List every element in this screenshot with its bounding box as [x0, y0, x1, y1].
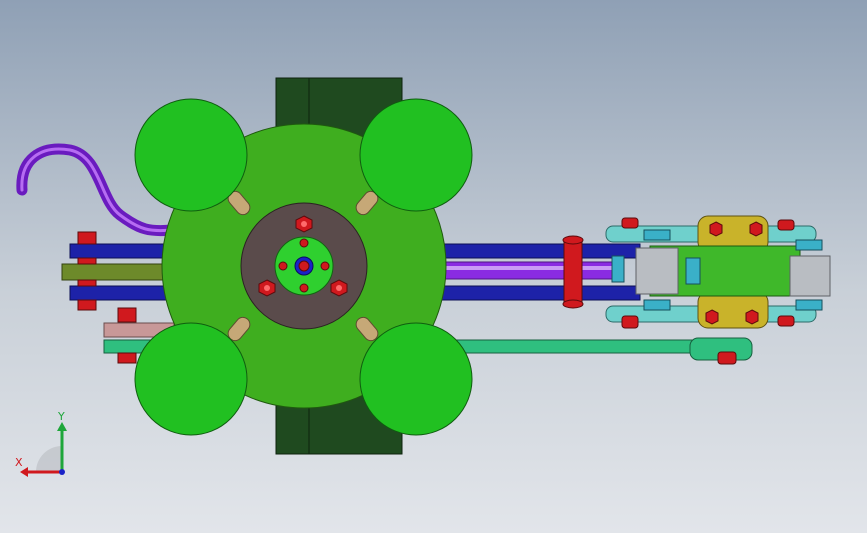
wheel-bottom-right [359, 322, 473, 436]
y-axis-arrow-icon [57, 422, 67, 431]
z-axis-dot [59, 469, 65, 475]
mid-clamp [562, 235, 584, 309]
wheel-top-right [359, 98, 473, 212]
piston-rod-highlight [430, 266, 620, 270]
piston-rod [429, 261, 621, 280]
center-pin-bolt [298, 260, 310, 272]
wheel-bottom-left [134, 322, 248, 436]
cad-viewport[interactable]: X Y [0, 0, 867, 533]
assembly-model[interactable] [0, 0, 867, 533]
end-block-right [789, 255, 831, 297]
end-block-left [635, 247, 679, 295]
wheel-top-left [134, 98, 248, 212]
olive-link [61, 263, 173, 281]
triad-quadrant [36, 446, 62, 472]
y-axis-label: Y [57, 410, 65, 423]
x-axis-label: X [15, 456, 23, 469]
axis-triad[interactable]: X Y [12, 408, 82, 482]
